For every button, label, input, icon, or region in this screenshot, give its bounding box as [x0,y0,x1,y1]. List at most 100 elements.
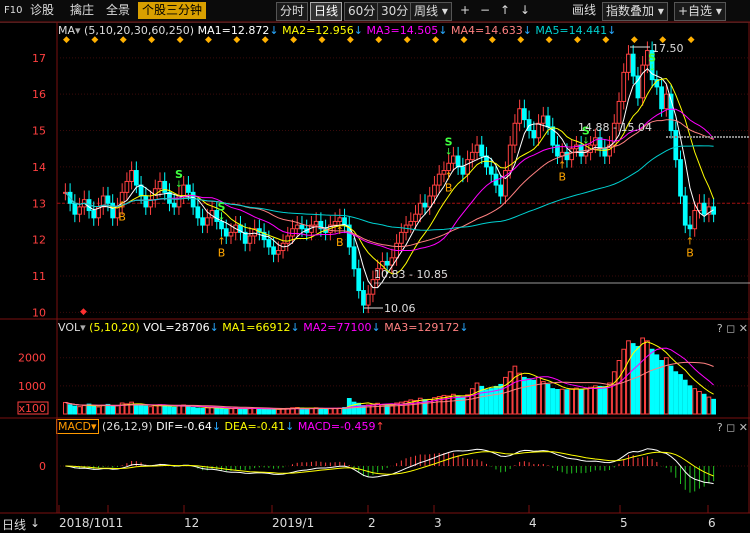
volume-bar [640,337,646,415]
price-tick: 12 [32,234,46,247]
vol-unit: x100 [18,402,46,415]
volume-bar [110,405,116,415]
candle-body [247,235,253,244]
diamond-icon: ◆ [205,35,212,45]
volume-bar [148,406,153,415]
x-tick: 2019/1 [272,516,315,530]
volume-bar [356,402,362,415]
buy-signal: B [336,236,344,249]
candle-body [531,130,537,139]
candle-body [200,217,205,226]
diamond-icon: ◆ [375,35,382,45]
candle-body [105,195,111,204]
candle-body [687,224,693,230]
candle-body [290,228,295,237]
period-label[interactable]: 日线 [2,516,26,533]
sell-arrow-icon: ↓ [445,147,453,157]
volume-bar [588,386,593,415]
volume-bar [611,371,617,415]
buy-signal: B [558,170,566,183]
buy-signal: B [118,210,126,223]
candle-body [630,53,636,77]
price-tick: 16 [32,88,46,101]
candle-body [133,170,139,186]
candle-body [186,184,191,193]
price-tick: 10 [32,306,46,319]
volume-bar [469,388,475,415]
volume-bar [687,385,693,415]
volume-bar [176,405,182,415]
volume-bar [578,389,584,415]
volume-bar [271,409,276,415]
buy-signal: B [686,247,694,260]
volume-bar [195,407,201,415]
volume-bar [162,405,168,415]
volume-bar [323,408,328,415]
range-annotation: 10.83 - 10.85 [374,268,448,281]
sell-arrow-icon: ↓ [729,0,737,3]
volume-bar [654,354,660,415]
diamond-icon: ◆ [432,35,439,45]
diamond-icon: ◆ [233,35,240,45]
volume-bar [507,371,513,415]
volume-bar [678,374,683,415]
candle-body [204,217,210,226]
sell-arrow-icon: ↓ [175,180,183,190]
volume-bar [228,408,234,415]
ma-line-2 [65,77,715,275]
candle-body [275,250,281,255]
candle-body [138,184,144,197]
candle-body [91,210,97,219]
price-tick: 11 [32,270,46,283]
candle-body [517,108,522,124]
volume-bar [692,388,698,415]
volume-bar [223,408,229,415]
candle-body [271,246,276,255]
diamond-icon: ◆ [631,35,638,45]
candle-body [436,173,442,186]
volume-bar [455,396,461,415]
candle-body [592,137,598,146]
volume-bar [138,405,144,415]
stock-chart[interactable]: 1716151413121110◆ ◆ ◆ ◆ ◆ ◆ ◆ ◆ ◆ ◆ ◆ ◆ ◆ ◆ ◆ ◆ ◆ ◆ ◆ ◆ ◆ ◆ ◆↑… [0,0,750,533]
candle-body [469,151,475,161]
x-tick: 2018/10 [59,516,109,530]
volume-bar [327,408,333,415]
volume-bar [574,387,579,415]
volume-bar [635,345,641,415]
candle-body [569,148,575,161]
candle-body [621,71,627,102]
candle-body [432,184,437,197]
volume-bar [304,408,310,415]
candle-body [460,166,466,175]
volume-bar [659,360,664,415]
candle-body [417,202,423,215]
sell-arrow-icon: ↓ [648,64,656,74]
volume-bar [261,408,267,415]
candle-body [365,293,371,306]
candle-body [422,202,428,208]
volume-bar [389,404,395,415]
candle-body [512,122,518,146]
candle-body [228,231,234,237]
volume-bar [77,406,82,415]
candle-body [673,130,679,161]
candle-body [361,290,366,306]
volume-bar [200,407,205,415]
candle-body [479,144,485,157]
volume-bar [545,383,551,415]
diamond-icon: ◆ [574,35,581,45]
candle-body [162,180,168,193]
volume-bar [564,389,570,415]
period-arrow-icon[interactable]: ↓ [30,516,40,530]
time-axis: 日线 ↓ 2018/10 11 12 2019/1 2 3 4 5 6 [0,514,750,533]
candle-body [143,195,149,208]
volume-bar [555,389,560,415]
sell-arrow-icon: ↓ [218,213,226,223]
diamond-icon: ◆ [688,35,695,45]
volume-bar [252,407,258,415]
volume-bar [133,404,139,415]
candle-body [299,224,305,230]
volume-bar [569,388,575,415]
buy-signal: B [445,181,453,194]
